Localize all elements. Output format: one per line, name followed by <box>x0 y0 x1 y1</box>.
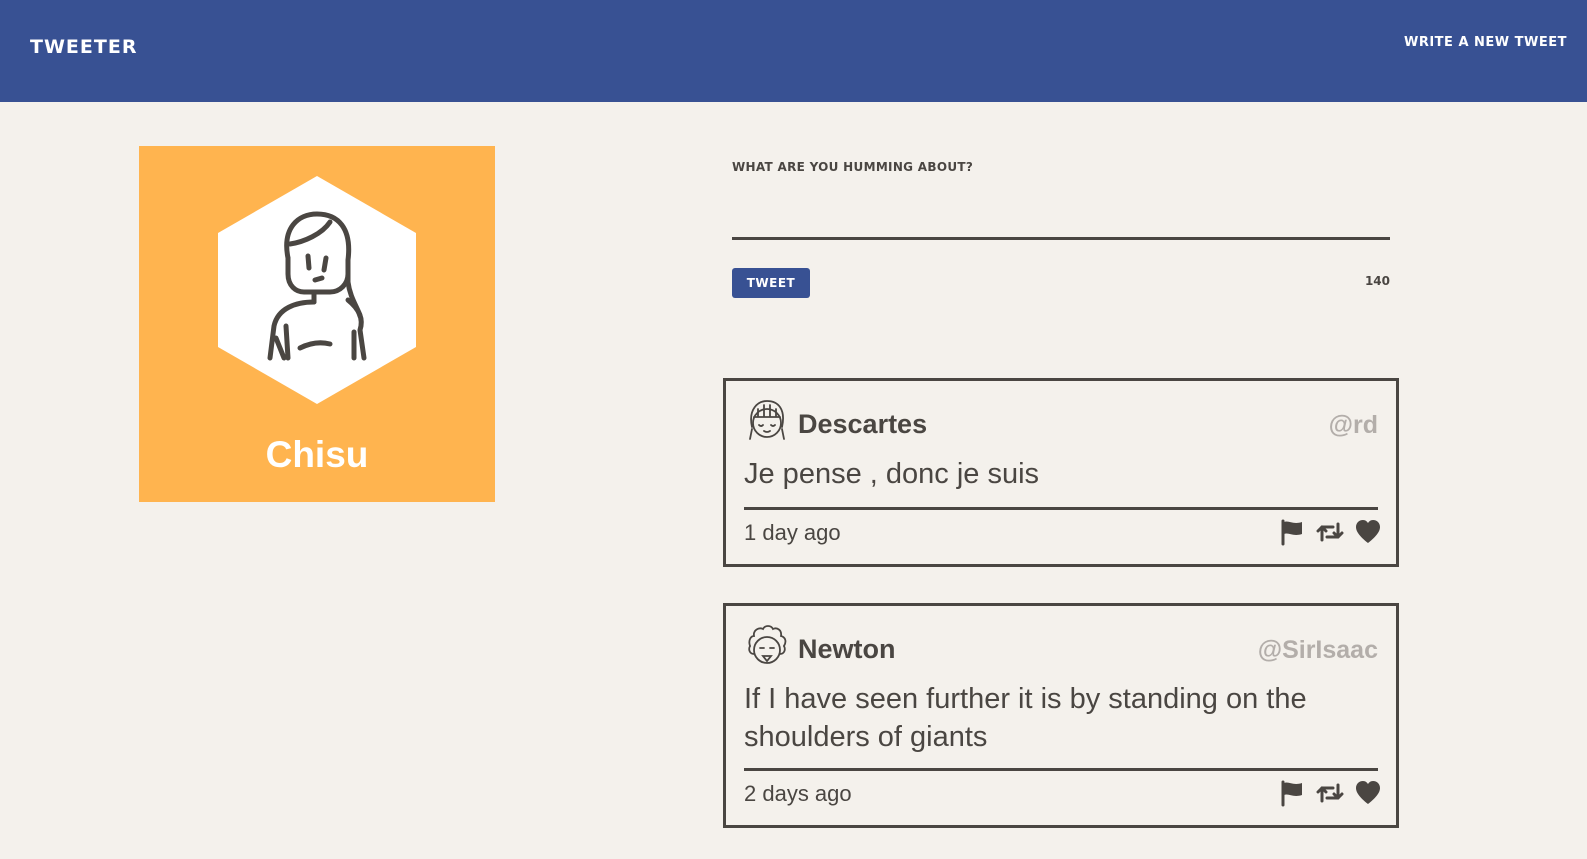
retweet-icon[interactable] <box>1316 779 1344 807</box>
write-new-tweet-link[interactable]: Write a new tweet <box>1404 35 1567 50</box>
profile-card: Chisu <box>139 146 495 502</box>
tweet-text: Je pense , donc je suis <box>744 458 1040 490</box>
tweet-footer: 1 day ago <box>744 507 1380 546</box>
tweet-button[interactable]: Tweet <box>732 268 810 298</box>
profile-avatar-icon <box>218 176 416 404</box>
heart-icon[interactable] <box>1354 518 1382 546</box>
tweet-text: If I have seen further it is by standing… <box>744 683 1307 753</box>
char-counter: 140 <box>1364 274 1390 288</box>
tweet-handle[interactable]: @rd <box>1329 411 1378 440</box>
tweet-author[interactable]: Descartes <box>798 409 927 440</box>
tweet-input[interactable] <box>732 190 1390 240</box>
profile-name: Chisu <box>265 434 369 475</box>
tweet-card: Descartes @rd Je pense , donc je suis 1 … <box>723 378 1399 567</box>
composer-label: What are you humming about? <box>732 160 974 174</box>
girl-avatar-icon <box>749 400 785 440</box>
tweet-author[interactable]: Newton <box>798 634 896 665</box>
tweet-time: 1 day ago <box>744 520 841 545</box>
brand-logo[interactable]: Tweeter <box>30 36 137 58</box>
tweet-time: 2 days ago <box>744 781 852 806</box>
tweet-actions <box>1278 518 1382 546</box>
top-navbar: Tweeter Write a new tweet <box>0 0 1587 102</box>
flag-icon[interactable] <box>1278 518 1306 546</box>
tweet-handle[interactable]: @SirIsaac <box>1258 636 1378 665</box>
tweet-composer: What are you humming about? Tweet 140 <box>732 160 1390 298</box>
tweet-card: Newton @SirIsaac If I have seen further … <box>723 603 1399 828</box>
retweet-icon[interactable] <box>1316 518 1344 546</box>
heart-icon[interactable] <box>1354 779 1382 807</box>
curly-hair-avatar-icon <box>748 625 787 664</box>
tweet-actions <box>1278 779 1382 807</box>
flag-icon[interactable] <box>1278 779 1306 807</box>
tweet-footer: 2 days ago <box>744 768 1380 807</box>
